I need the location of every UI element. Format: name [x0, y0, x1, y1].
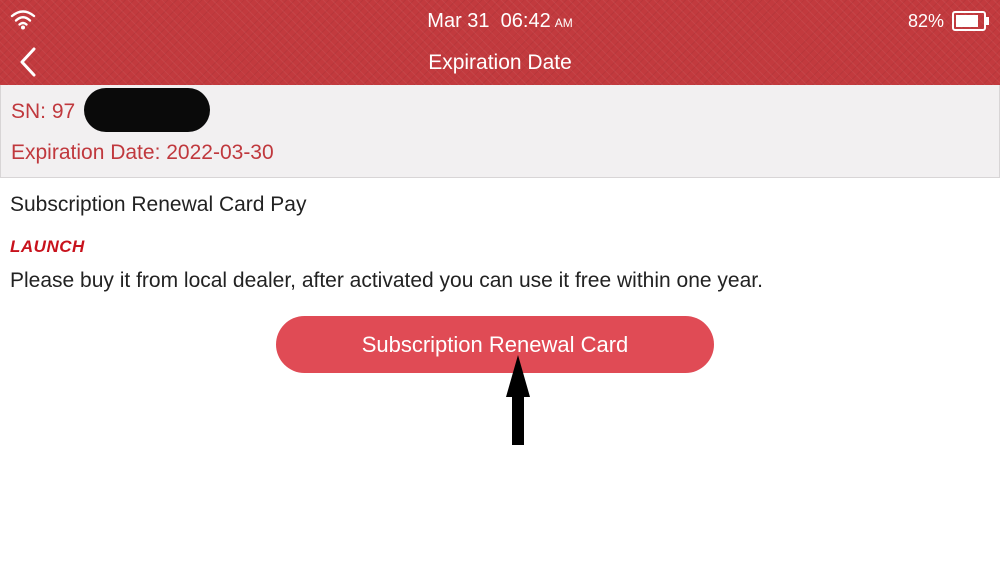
serial-number: SN: 97 [11, 100, 76, 123]
page-title: Expiration Date [428, 51, 572, 74]
expiration-date: Expiration Date: 2022-03-30 [11, 141, 274, 164]
battery-icon [952, 11, 989, 31]
chevron-left-icon [20, 47, 36, 77]
device-info-panel: SN: 97 Expiration Date: 2022-03-30 [0, 85, 1000, 178]
status-time: 06:42 [500, 10, 551, 32]
wifi-icon [10, 10, 36, 30]
status-clock: Mar 31 06:42 AM [0, 9, 1000, 35]
subscription-renewal-card-button[interactable]: Subscription Renewal Card [276, 316, 714, 373]
app-header: Mar 31 06:42 AM 82% Expiration Date [0, 0, 1000, 85]
status-date: Mar 31 [427, 10, 490, 32]
redaction-mark [84, 88, 210, 132]
arrow-up-icon [506, 355, 530, 445]
back-button[interactable] [10, 44, 46, 80]
launch-logo: LAUNCH [10, 237, 85, 256]
status-ampm: AM [554, 16, 573, 30]
battery-percent: 82% [907, 11, 944, 31]
section-title: Subscription Renewal Card Pay [10, 193, 307, 216]
instructions-text: Please buy it from local dealer, after a… [10, 269, 763, 292]
